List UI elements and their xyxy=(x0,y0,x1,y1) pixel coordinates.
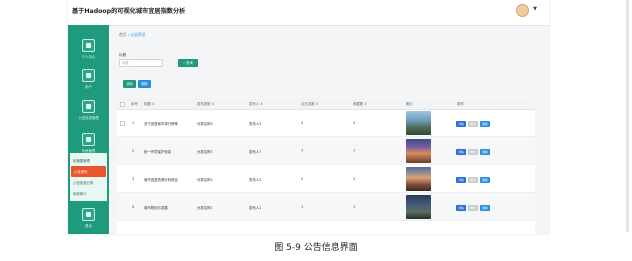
sidebar-item-logout[interactable]: 退出 xyxy=(68,208,109,228)
add-button[interactable]: 添加 xyxy=(123,80,136,88)
row-image xyxy=(406,139,431,163)
row-image xyxy=(406,111,431,135)
table-row[interactable]: 2 统一环境保护信息 分类名称7 发布人7 7 7 详情 修改 删除 xyxy=(117,137,535,165)
search-button-label: 查询 xyxy=(186,61,193,65)
cell-title: 统一环境保护信息 xyxy=(144,150,172,154)
table-row[interactable]: 3 城市宜居资源分析报告 分类名称2 发布人2 2 2 详情 修改 删除 xyxy=(117,165,535,193)
sidebar-item-label: 公告信息管理 xyxy=(78,116,99,120)
table-row[interactable]: 4 城市规划与发展 分类名称1 发布人1 1 1 详情 修改 删除 xyxy=(117,193,535,221)
breadcrumb: 首页 / 公告资讯 xyxy=(119,32,146,38)
search-label: 标题 xyxy=(119,53,127,57)
cell-favs: 2 xyxy=(353,177,356,181)
cell-author: 发布人7 xyxy=(249,150,262,154)
sidebar-item-users[interactable]: 用户 xyxy=(68,69,109,89)
app-window: 基于Hadoop的可视化城市宜居指数分析 ▼ 个人中心 用户 公告信息管理 系统… xyxy=(68,0,549,234)
column-header-type[interactable]: 发布类型 ⇕ xyxy=(197,101,214,106)
cell-clicks: 2 xyxy=(301,177,304,181)
sidebar-item-label: 退出 xyxy=(85,224,92,228)
row-checkbox[interactable] xyxy=(120,121,125,126)
detail-button[interactable]: 详情 xyxy=(456,149,466,155)
logout-icon xyxy=(82,208,95,221)
settings-icon xyxy=(82,133,95,146)
row-delete-button[interactable]: 删除 xyxy=(480,205,490,211)
avatar[interactable] xyxy=(516,4,529,17)
edit-button[interactable]: 修改 xyxy=(468,177,478,183)
user-icon xyxy=(82,39,95,52)
cell-favs: 7 xyxy=(353,149,356,153)
cell-index: 2 xyxy=(132,149,135,153)
sidebar-item-profile[interactable]: 个人中心 xyxy=(68,39,109,59)
detail-button[interactable]: 详情 xyxy=(456,205,466,211)
submenu-about[interactable]: 系统简介 xyxy=(70,188,107,199)
column-header-actions: 操作 xyxy=(457,102,464,106)
sidebar-item-system[interactable]: 系统管理 xyxy=(68,133,109,153)
cell-favs: 3 xyxy=(353,121,356,125)
cell-type: 分类名称3 xyxy=(197,122,213,126)
column-header-favs[interactable]: 收藏数 ⇕ xyxy=(353,101,367,106)
delete-button[interactable]: 删除 xyxy=(138,80,151,88)
row-delete-button[interactable]: 删除 xyxy=(480,121,490,127)
submenu-categories[interactable]: 公告信息分类 xyxy=(70,177,107,188)
cell-title: 关于宜居城市排行榜单 xyxy=(144,122,178,126)
detail-button[interactable]: 详情 xyxy=(456,121,466,127)
column-header-image: 图片 xyxy=(406,102,413,106)
cell-title: 城市规划与发展 xyxy=(144,206,168,210)
submenu-carousel[interactable]: 轮播图管理 xyxy=(70,155,107,166)
edit-button[interactable]: 修改 xyxy=(468,149,478,155)
cell-clicks: 3 xyxy=(301,121,304,125)
system-submenu: 轮播图管理 公告资讯 公告信息分类 系统简介 xyxy=(70,153,107,201)
cell-author: 发布人3 xyxy=(249,122,262,126)
row-image xyxy=(406,195,431,219)
users-icon xyxy=(82,69,95,82)
cell-author: 发布人2 xyxy=(249,178,262,182)
breadcrumb-current: 公告资讯 xyxy=(130,32,146,37)
submenu-announcements[interactable]: 公告资讯 xyxy=(71,166,106,177)
search-input[interactable]: 标题 xyxy=(119,59,163,67)
column-header-author[interactable]: 发布人 ⇕ xyxy=(249,101,263,106)
sidebar: 个人中心 用户 公告信息管理 系统管理 轮播图管理 公告资讯 公告信息分类 系统… xyxy=(68,25,109,234)
detail-button[interactable]: 详情 xyxy=(456,177,466,183)
table-row[interactable]: 1 关于宜居城市排行榜单 分类名称3 发布人3 3 3 详情 修改 删除 xyxy=(117,109,535,137)
select-all-checkbox[interactable] xyxy=(120,102,125,107)
cell-clicks: 1 xyxy=(301,205,304,209)
row-delete-button[interactable]: 删除 xyxy=(480,149,490,155)
top-bar: 基于Hadoop的可视化城市宜居指数分析 ▼ xyxy=(68,0,549,26)
column-header-title[interactable]: 标题 ⇕ xyxy=(144,101,155,106)
main-content: 首页 / 公告资讯 标题 标题 ⌕ 查询 添加 删除 序号 标题 ⇕ 发布类型 … xyxy=(117,31,539,234)
cell-index: 3 xyxy=(132,177,135,181)
sidebar-item-label: 用户 xyxy=(85,85,92,89)
cell-type: 分类名称2 xyxy=(197,178,213,182)
cell-favs: 1 xyxy=(353,205,356,209)
cell-clicks: 7 xyxy=(301,149,304,153)
breadcrumb-separator: / xyxy=(127,32,130,37)
bell-icon xyxy=(82,100,95,113)
sidebar-item-notices[interactable]: 公告信息管理 xyxy=(68,100,109,120)
column-header-index: 序号 xyxy=(131,102,138,106)
column-header-clicks[interactable]: 点击次数 ⇕ xyxy=(301,101,318,106)
app-title: 基于Hadoop的可视化城市宜居指数分析 xyxy=(72,8,186,15)
cell-index: 1 xyxy=(132,121,135,125)
cell-type: 分类名称1 xyxy=(197,206,213,210)
edit-button[interactable]: 修改 xyxy=(468,205,478,211)
search-button[interactable]: ⌕ 查询 xyxy=(178,59,198,67)
cell-author: 发布人1 xyxy=(249,206,262,210)
row-image xyxy=(406,167,431,191)
figure-caption: 图 5-9 公告信息界面 xyxy=(274,243,358,253)
row-delete-button[interactable]: 删除 xyxy=(480,177,490,183)
edit-button[interactable]: 修改 xyxy=(468,121,478,127)
sidebar-item-label: 个人中心 xyxy=(81,55,96,59)
chevron-down-icon[interactable]: ▼ xyxy=(533,6,537,12)
data-table: 序号 标题 ⇕ 发布类型 ⇕ 发布人 ⇕ 点击次数 ⇕ 收藏数 ⇕ 图片 操作 … xyxy=(117,99,535,234)
cell-index: 4 xyxy=(132,205,135,209)
page-scrollbar[interactable] xyxy=(626,0,629,232)
breadcrumb-home[interactable]: 首页 xyxy=(119,32,127,37)
cell-type: 分类名称7 xyxy=(197,150,213,154)
cell-title: 城市宜居资源分析报告 xyxy=(144,178,178,182)
